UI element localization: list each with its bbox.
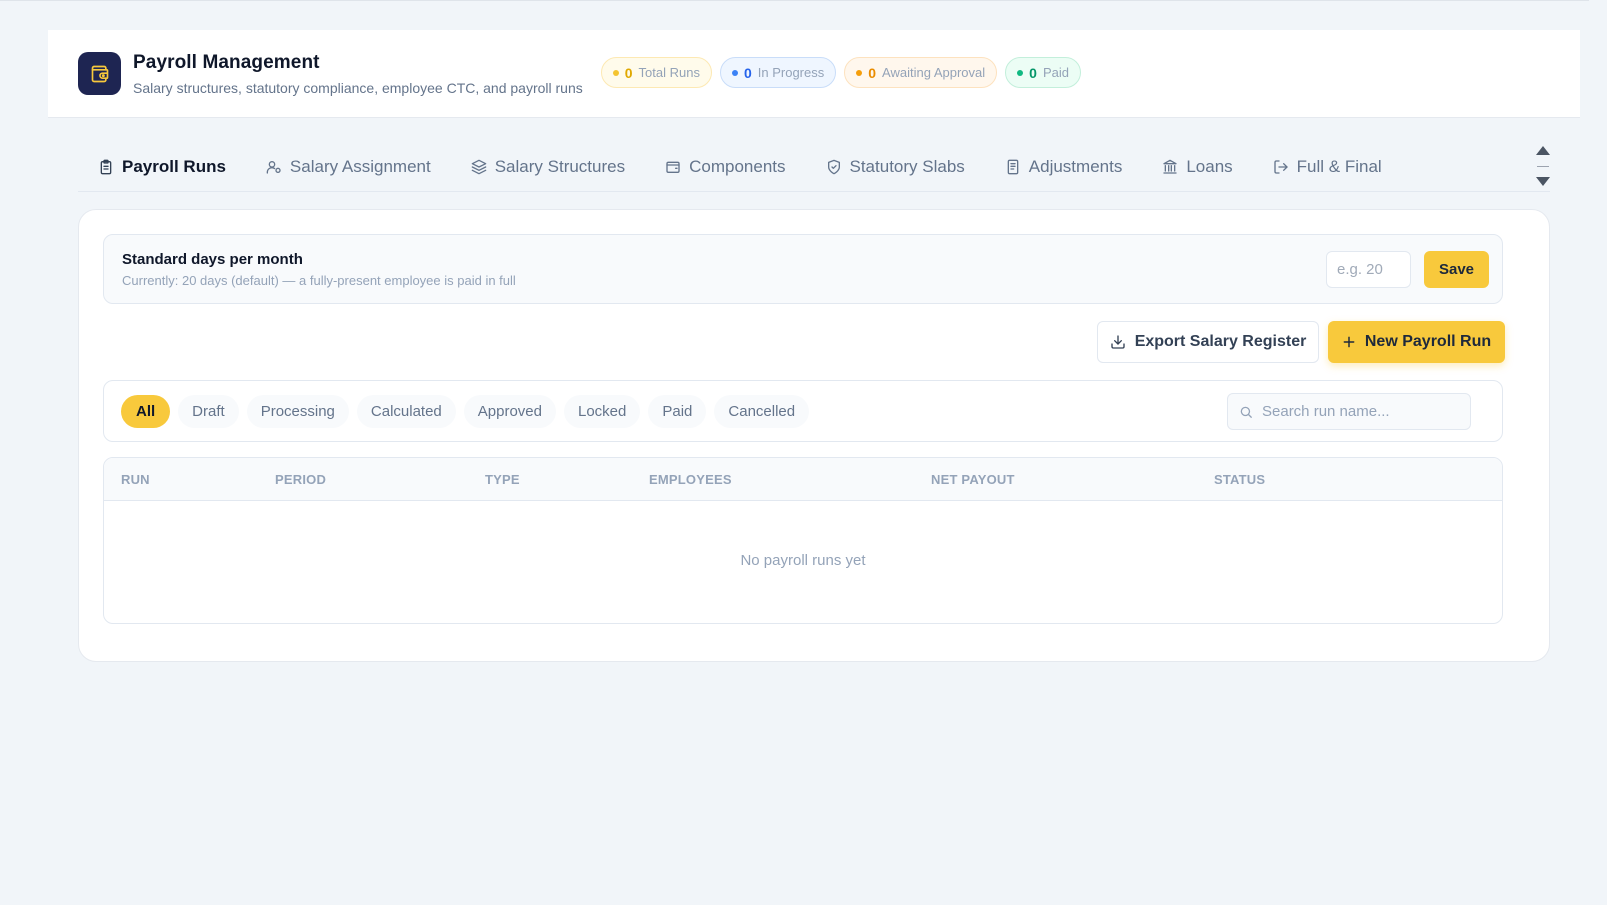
stat-count: 0 bbox=[743, 64, 752, 81]
tab-label: Statutory Slabs bbox=[849, 156, 965, 176]
filter-chip-all[interactable]: All bbox=[121, 394, 171, 428]
standard-days-input[interactable] bbox=[1326, 251, 1411, 288]
window-top-border bbox=[0, 0, 1607, 1]
tab-bar: Payroll Runs Salary Assignment Salary St… bbox=[78, 142, 1550, 192]
tab-salary-structures[interactable]: Salary Structures bbox=[471, 145, 625, 189]
column-header-net-payout[interactable]: NET PAYOUT bbox=[931, 472, 1015, 487]
tab-full-and-final[interactable]: Full & Final bbox=[1273, 145, 1382, 189]
clipboard-icon bbox=[98, 159, 114, 175]
filter-chip-locked[interactable]: Locked bbox=[564, 394, 641, 428]
status-dot bbox=[612, 69, 619, 76]
standard-days-panel: Standard days per month Currently: 20 da… bbox=[103, 234, 1503, 304]
filter-chip-calculated[interactable]: Calculated bbox=[356, 394, 456, 428]
scroll-down-icon[interactable] bbox=[1536, 177, 1550, 186]
tab-label: Salary Assignment bbox=[289, 156, 431, 176]
filter-chip-cancelled[interactable]: Cancelled bbox=[714, 394, 810, 428]
export-button-label: Export Salary Register bbox=[1134, 333, 1307, 350]
page-title: Payroll Management bbox=[133, 51, 320, 73]
standard-days-title: Standard days per month bbox=[122, 251, 303, 268]
scroll-up-icon[interactable] bbox=[1536, 146, 1550, 155]
new-payroll-run-button[interactable]: New Payroll Run bbox=[1328, 321, 1505, 363]
payroll-runs-table: RUN PERIOD TYPE EMPLOYEES NET PAYOUT STA… bbox=[103, 457, 1503, 624]
status-dot bbox=[856, 69, 863, 76]
tab-loans[interactable]: Loans bbox=[1162, 145, 1233, 189]
filter-chip-processing[interactable]: Processing bbox=[246, 394, 349, 428]
shield-icon bbox=[826, 159, 842, 175]
stat-count: 0 bbox=[868, 64, 877, 81]
filter-chip-draft[interactable]: Draft bbox=[178, 394, 239, 428]
page-scrollbar-track[interactable] bbox=[1589, 0, 1607, 905]
tab-adjustments[interactable]: Adjustments bbox=[1005, 145, 1123, 189]
wallet-icon bbox=[665, 159, 681, 175]
tab-payroll-runs[interactable]: Payroll Runs bbox=[98, 145, 226, 189]
layers-icon bbox=[471, 159, 487, 175]
column-header-run[interactable]: RUN bbox=[121, 472, 150, 487]
column-header-employees[interactable]: EMPLOYEES bbox=[649, 472, 732, 487]
filter-chip-paid[interactable]: Paid bbox=[648, 394, 707, 428]
stat-label: In Progress bbox=[757, 65, 825, 80]
search-box bbox=[1227, 393, 1471, 430]
tab-label: Payroll Runs bbox=[122, 156, 226, 176]
export-salary-register-button[interactable]: Export Salary Register bbox=[1097, 321, 1319, 363]
status-dot bbox=[1017, 69, 1024, 76]
column-header-status[interactable]: STATUS bbox=[1214, 472, 1265, 487]
plus-icon bbox=[1342, 335, 1356, 349]
search-icon bbox=[1239, 405, 1253, 419]
bank-icon bbox=[1162, 159, 1178, 175]
tab-label: Full & Final bbox=[1296, 156, 1382, 176]
standard-days-subtitle: Currently: 20 days (default) — a fully-p… bbox=[122, 273, 516, 288]
tab-scroll-control bbox=[1536, 146, 1550, 186]
stat-label: Total Runs bbox=[638, 65, 700, 80]
stat-label: Paid bbox=[1042, 65, 1069, 80]
column-header-type[interactable]: TYPE bbox=[485, 472, 520, 487]
user-settings-icon bbox=[266, 159, 282, 175]
stat-count: 0 bbox=[624, 64, 633, 81]
exit-icon bbox=[1273, 159, 1289, 175]
empty-state-message: No payroll runs yet bbox=[740, 552, 866, 569]
status-filter-bar: All Draft Processing Calculated Approved… bbox=[103, 380, 1503, 442]
tab-label: Components bbox=[689, 156, 786, 176]
wallet-icon bbox=[78, 52, 121, 95]
stat-label: Awaiting Approval bbox=[882, 65, 986, 80]
stat-total-runs: 0 Total Runs bbox=[600, 57, 712, 88]
filter-chip-approved[interactable]: Approved bbox=[463, 394, 556, 428]
page-header: Payroll Management Salary structures, st… bbox=[48, 30, 1580, 118]
payroll-runs-panel: Standard days per month Currently: 20 da… bbox=[78, 209, 1550, 662]
download-icon bbox=[1110, 334, 1126, 350]
save-button[interactable]: Save bbox=[1424, 251, 1489, 288]
column-header-period[interactable]: PERIOD bbox=[275, 472, 326, 487]
search-run-input[interactable] bbox=[1262, 403, 1462, 420]
stat-in-progress: 0 In Progress bbox=[719, 57, 837, 88]
page-subtitle: Salary structures, statutory compliance,… bbox=[133, 79, 583, 96]
tab-label: Salary Structures bbox=[494, 156, 626, 176]
new-run-button-label: New Payroll Run bbox=[1364, 333, 1492, 350]
tab-label: Loans bbox=[1186, 156, 1233, 176]
status-dot bbox=[731, 69, 738, 76]
stat-awaiting-approval: 0 Awaiting Approval bbox=[844, 57, 998, 88]
title-block: Payroll Management Salary structures, st… bbox=[133, 52, 583, 96]
tab-components[interactable]: Components bbox=[665, 145, 786, 189]
tab-statutory-slabs[interactable]: Statutory Slabs bbox=[826, 145, 965, 189]
stat-count: 0 bbox=[1029, 64, 1037, 81]
receipt-icon bbox=[1005, 159, 1021, 175]
stats-group: 0 Total Runs 0 In Progress 0 Awaiting Ap… bbox=[600, 57, 1081, 88]
table-header: RUN PERIOD TYPE EMPLOYEES NET PAYOUT STA… bbox=[104, 458, 1502, 501]
scroll-divider bbox=[1537, 165, 1549, 167]
tab-salary-assignment[interactable]: Salary Assignment bbox=[266, 145, 431, 189]
tab-label: Adjustments bbox=[1028, 156, 1123, 176]
stat-paid: 0 Paid bbox=[1005, 57, 1081, 88]
